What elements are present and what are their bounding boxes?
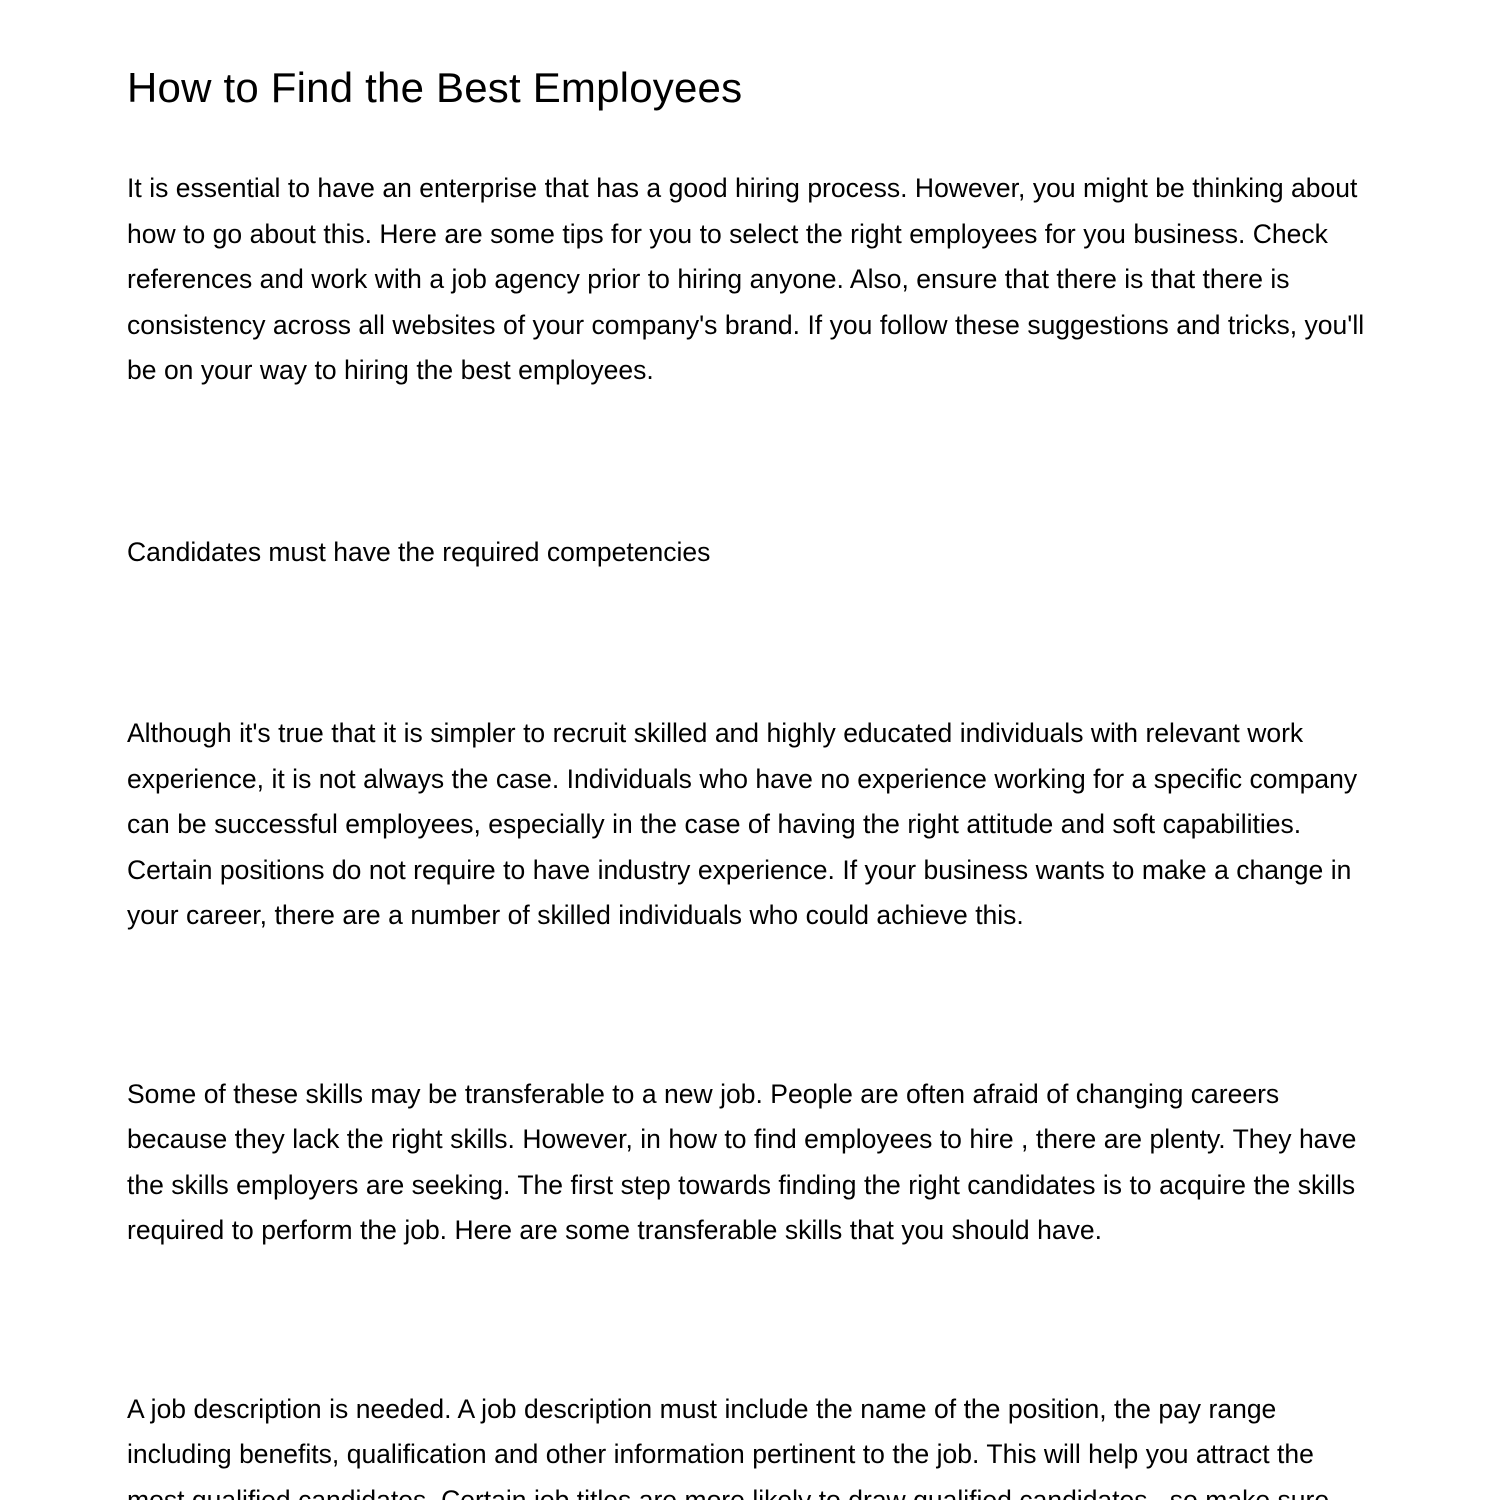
inline-link-how-to-find-employees-to-hire[interactable]: how to find employees to hire	[668, 1124, 1013, 1154]
paragraph-transferable-skills: Some of these skills may be transferable…	[127, 1072, 1378, 1254]
paragraph-intro: It is essential to have an enterprise th…	[127, 173, 1365, 385]
paragraph-competencies: Although it's true that it is simpler to…	[127, 718, 1358, 930]
document-content: How to Find the Best Employees It is ess…	[127, 0, 1378, 1500]
page-title: How to Find the Best Employees	[127, 64, 743, 111]
subheading-competencies: Candidates must have the required compet…	[127, 536, 711, 567]
spacer-before-job-description	[127, 1254, 1378, 1387]
spacer-after-subheading	[127, 575, 1378, 711]
spacer-before-transferable-skills	[127, 939, 1378, 1072]
paragraph-job-description: A job description is needed. A job descr…	[127, 1393, 1330, 1500]
spacer-after-title	[127, 113, 1378, 166]
document-page: How to Find the Best Employees It is ess…	[0, 0, 1500, 1500]
spacer-before-subheading	[127, 394, 1378, 530]
